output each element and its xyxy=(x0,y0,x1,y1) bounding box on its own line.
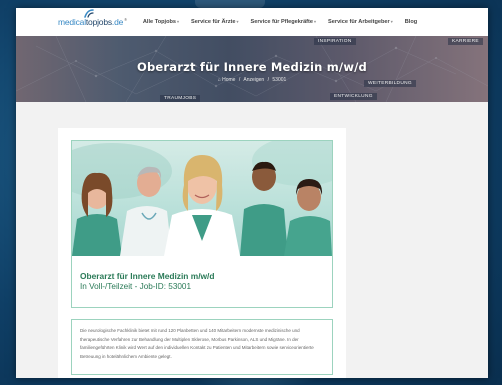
menu-item-service-pflegekraefte[interactable]: Service für Pflegekräfte▾ xyxy=(251,19,317,25)
breadcrumb-separator: / xyxy=(267,77,269,83)
job-card: Oberarzt für Innere Medizin m/w/d In Vol… xyxy=(58,128,346,378)
navbar: medical topjobs .de ® Alle Topjobs▾ Service… xyxy=(16,8,488,36)
chevron-down-icon: ▾ xyxy=(236,19,239,24)
doctors-team-photo xyxy=(72,141,332,256)
hero-tag-traumjobs: TRAUMJOBS xyxy=(160,95,201,102)
breadcrumb-home-link[interactable]: Home xyxy=(222,77,235,83)
background-decoration xyxy=(195,0,265,8)
home-icon: ⌂ xyxy=(217,77,221,83)
job-header-box[interactable]: Oberarzt für Innere Medizin m/w/d In Vol… xyxy=(71,140,333,308)
hero-tag-karriere: KARRIERE xyxy=(448,38,483,45)
menu-item-alle-topjobs[interactable]: Alle Topjobs▾ xyxy=(143,19,179,25)
menu-item-label: Service für Pflegekräfte xyxy=(250,19,314,25)
hero-tag-inspiration: INSPIRATION xyxy=(314,38,356,45)
job-description: Die neurologische Fachklinik bietet mit … xyxy=(80,328,314,359)
page-title: Oberarzt für Innere Medizin m/w/d xyxy=(137,60,367,74)
menu-item-label: Service für Arbeitgeber xyxy=(328,19,390,25)
menu-item-blog[interactable]: Blog xyxy=(405,19,417,25)
job-subtitle: In Voll-/Teilzeit - Job-ID: 53001 xyxy=(80,282,192,291)
breadcrumb: ⌂ Home / Anzeigen / 53001 xyxy=(16,77,488,83)
chevron-down-icon: ▾ xyxy=(390,19,393,24)
logo-text-medical: medical xyxy=(58,17,86,27)
breadcrumb-separator: / xyxy=(238,77,241,83)
logo-trademark: ® xyxy=(124,17,127,22)
hero-tag-entwicklung: ENTWICKLUNG xyxy=(330,93,377,100)
browser-window: medical topjobs .de ® Alle Topjobs▾ Service… xyxy=(16,8,488,378)
menu-item-service-aerzte[interactable]: Service für Ärzte▾ xyxy=(191,19,238,25)
main-menu: Alle Topjobs▾ Service für Ärzte▾ Service… xyxy=(143,19,429,25)
menu-item-service-arbeitgeber[interactable]: Service für Arbeitgeber▾ xyxy=(328,19,393,25)
job-description-box: Die neurologische Fachklinik bietet mit … xyxy=(71,319,333,375)
menu-item-label: Blog xyxy=(404,19,418,25)
logo-text-suffix: .de xyxy=(111,17,124,27)
logo[interactable]: medical topjobs .de ® xyxy=(58,9,127,27)
job-title: Oberarzt für Innere Medizin m/w/d xyxy=(80,271,215,281)
logo-text-topjobs: topjobs xyxy=(85,17,112,27)
breadcrumb-current: 53001 xyxy=(272,77,287,83)
menu-item-label: Alle Topjobs xyxy=(142,19,177,25)
chevron-down-icon: ▾ xyxy=(177,19,180,24)
logo-icon xyxy=(84,9,94,18)
chevron-down-icon: ▾ xyxy=(314,19,317,24)
menu-item-label: Service für Ärzte xyxy=(191,19,236,25)
breadcrumb-anzeigen-link[interactable]: Anzeigen xyxy=(243,77,264,83)
doctors-illustration xyxy=(72,141,332,256)
hero-banner: INSPIRATION KARRIERE WEITERBILDUNG ENTWI… xyxy=(16,36,488,102)
